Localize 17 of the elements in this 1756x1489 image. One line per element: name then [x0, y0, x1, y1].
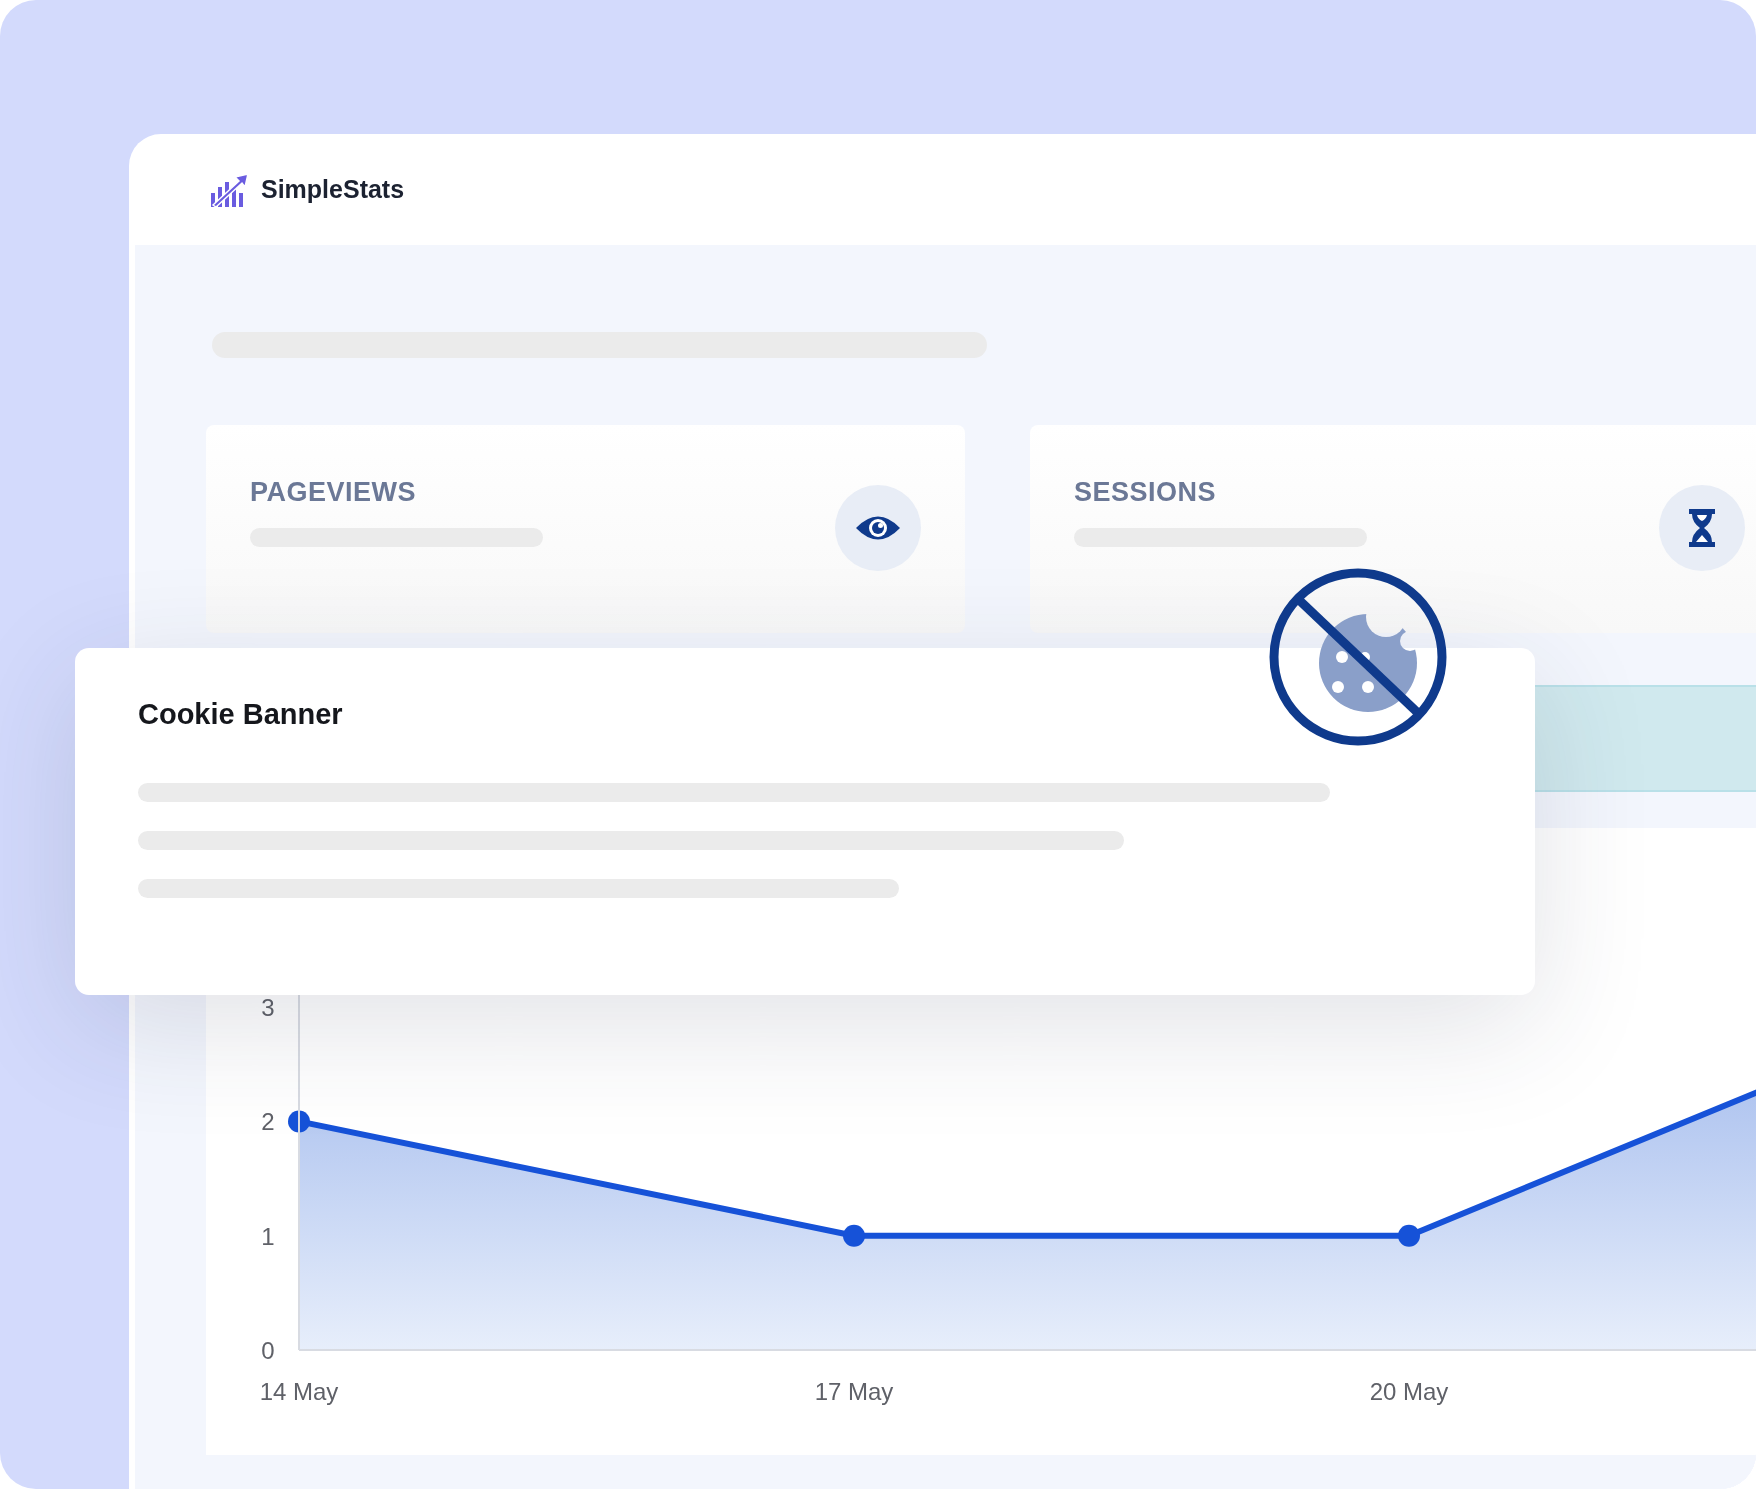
- data-point: [843, 1224, 865, 1247]
- data-point: [288, 1110, 310, 1133]
- x-tick-label: 14 May: [259, 1378, 339, 1405]
- y-tick-label: 1: [261, 1222, 275, 1250]
- banner-title: Cookie Banner: [138, 698, 344, 731]
- data-point: [1398, 1224, 1420, 1247]
- stat-label: SESSIONS: [1074, 477, 1218, 508]
- no-cookie-icon: [1268, 567, 1448, 747]
- y-tick-label: 2: [261, 1108, 275, 1136]
- y-tick-label: 0: [261, 1337, 275, 1364]
- y-tick-label: 3: [261, 994, 275, 1022]
- logo-icon: [209, 172, 249, 207]
- x-tick-label: 17 May: [814, 1378, 894, 1405]
- stat-label: PAGEVIEWS: [250, 477, 418, 508]
- x-tick-label: 20 May: [1369, 1378, 1449, 1405]
- hourglass-icon: [1687, 508, 1717, 548]
- app-name: SimpleStats: [261, 175, 405, 204]
